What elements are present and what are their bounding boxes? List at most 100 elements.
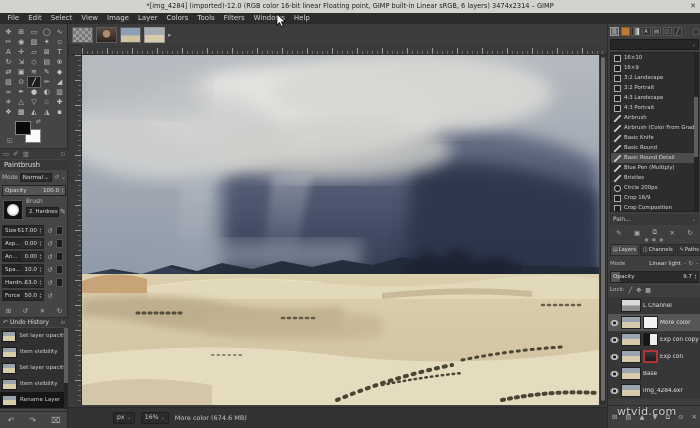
spinner-icons[interactable]: ▴▾ [60,188,65,194]
brush-list-item[interactable]: Crop 16/9 [611,193,698,203]
tool-icon[interactable]: ≋ [28,67,41,77]
tablet-link-icon[interactable] [56,265,63,274]
brush-list-item[interactable]: Circle 200px [611,183,698,193]
tool-icon[interactable]: ✎ [40,67,53,77]
patterns-tab-icon[interactable] [621,27,630,36]
tool-icon[interactable]: ▣ [15,67,28,77]
brush-list-scrollbar[interactable] [694,52,698,212]
tool-icon[interactable]: ▽ [28,97,41,107]
brush-list-item[interactable]: Airbrush (Color From Gradient) [611,123,698,133]
brush-list-item[interactable]: Bristles [611,173,698,183]
refresh-brushes-icon[interactable]: ↻ [687,229,692,237]
paint-dynamics-tab-icon[interactable]: ╱ [673,27,682,36]
zoom-select[interactable]: 16% ⌄ [141,412,169,424]
switch-mode-group-icon[interactable]: ↻ [689,261,694,267]
visibility-eye-icon[interactable] [610,320,619,326]
fonts-tab-icon[interactable]: A [642,27,651,36]
tabs-overflow-icon[interactable]: ▸ [168,31,172,39]
undo-step-icon[interactable]: ↶ [8,416,15,425]
brush-preview[interactable] [3,200,23,220]
tool-icon[interactable]: ↻ [2,57,15,67]
reset-colors-icon[interactable]: ◱ [7,137,13,144]
tool-icon[interactable]: ✛ [15,47,28,57]
menu-item[interactable]: Image [103,13,134,24]
tool-icon[interactable]: ◯ [40,27,53,37]
image-tab-2[interactable] [96,27,117,43]
tool-icon[interactable]: ✒ [15,87,28,97]
param-slider[interactable]: Spa... 10.0 ▴▾ [2,264,44,275]
menu-item[interactable]: Help [289,13,314,24]
image-tab-1[interactable] [72,27,93,43]
image-tab-3[interactable] [120,27,141,43]
edit-brush-icon[interactable]: ✎ [60,208,66,216]
brush-list-item[interactable]: Basic Knife [611,133,698,143]
delete-brush-icon[interactable]: ✕ [670,229,675,237]
horizontal-ruler[interactable] [82,45,607,55]
brush-list-item[interactable]: Airbrush [611,113,698,123]
param-reset-icon[interactable]: ↺ [46,227,54,235]
tool-icon[interactable]: ▱ [28,47,41,57]
detach-icon[interactable]: ▫ [61,319,65,326]
tool-icon[interactable]: ▨ [2,77,15,87]
layer-row[interactable]: L Channel [608,297,700,314]
tool-icon[interactable]: T [53,47,66,57]
param-reset-icon[interactable]: ↺ [46,240,54,248]
document-history-tab-icon[interactable]: ▤ [652,27,661,36]
duplicate-brush-icon[interactable]: ⧉ [653,228,658,237]
brush-list-item[interactable]: Blue Pen (Multiply) [611,163,698,173]
brush-list-item[interactable]: Basic Round [611,143,698,153]
spinner-icons[interactable]: ▴▾ [38,241,43,247]
undo-entry[interactable]: Set layer opacity [0,328,64,344]
edit-brush-icon[interactable]: ✎ [616,229,621,237]
spinner-icons[interactable]: ▴▾ [38,267,43,273]
menu-item[interactable]: View [77,13,103,24]
tool-icon[interactable]: A [2,47,15,57]
unit-select[interactable]: px ⌄ [113,412,135,424]
palettes-tab-icon[interactable]: ◫ [663,27,672,36]
tool-icon[interactable]: ✂ [2,37,15,47]
clear-history-icon[interactable]: ⌧ [51,416,60,425]
tool-icon[interactable]: ✏ [40,77,53,87]
layer-row[interactable]: Base [608,365,700,382]
layer-mode-select[interactable]: Linear light [649,261,681,267]
param-slider[interactable]: Size 617.00 ▴▾ [2,225,44,236]
tool-icon[interactable]: ⊠ [40,47,53,57]
dock-tab[interactable]: ◫ Channels [640,244,676,256]
tool-icon[interactable]: ▭ [28,27,41,37]
tool-icon[interactable]: ▫ [53,37,66,47]
visibility-eye-icon[interactable] [610,337,619,343]
tool-icon[interactable]: ╱ [28,77,41,87]
tool-icon[interactable]: ⇄ [2,67,15,77]
menu-item[interactable]: Filters [219,13,249,24]
lock-alpha-icon[interactable]: ▩ [645,287,651,294]
delete-preset-icon[interactable]: ✕ [40,307,45,315]
tool-options-tab-icon[interactable]: ▭ [3,150,9,158]
tool-icon[interactable]: ⇲ [15,57,28,67]
save-preset-icon[interactable]: ⊞ [6,307,11,315]
tool-icon[interactable]: ✦ [40,37,53,47]
tool-icon[interactable]: ◆ [53,67,66,77]
reset-tool-icon[interactable]: ↻ [57,307,62,315]
configure-dock-icon[interactable] [693,29,699,35]
tool-icon[interactable]: ◮ [40,107,53,117]
tablet-link-icon[interactable] [56,226,63,235]
tool-icon[interactable]: ∿ [53,27,66,37]
foreground-color-swatch[interactable] [15,121,31,135]
brush-list-item[interactable]: 4:3 Landscape [611,93,698,103]
anchor-layer-icon[interactable]: ⊙ [678,413,683,421]
menu-item[interactable]: File [3,13,24,24]
tool-icon[interactable]: ✥ [2,27,15,37]
layer-mask-thumbnail[interactable] [643,316,658,329]
layer-mask-thumbnail[interactable] [643,333,658,346]
layer-mask-thumbnail[interactable] [643,350,658,363]
dock-resize-handle[interactable]: ● ● ● [608,238,700,243]
layer-row[interactable]: Exp con copy [608,331,700,348]
brush-name-field[interactable]: 2. Hardness 0 [26,207,59,217]
param-slider[interactable]: An... 0.00 ▴▾ [2,251,44,262]
brush-list-item[interactable]: Crop Composition [611,203,698,212]
tool-icon[interactable]: ❖ [2,107,15,117]
undo-entry[interactable]: Item visibility [0,344,64,360]
brush-tag-filter[interactable]: Pain... ⌄ [610,214,699,225]
brush-list-item[interactable]: 16×10 [611,53,698,63]
redo-step-icon[interactable]: ↷ [29,416,36,425]
